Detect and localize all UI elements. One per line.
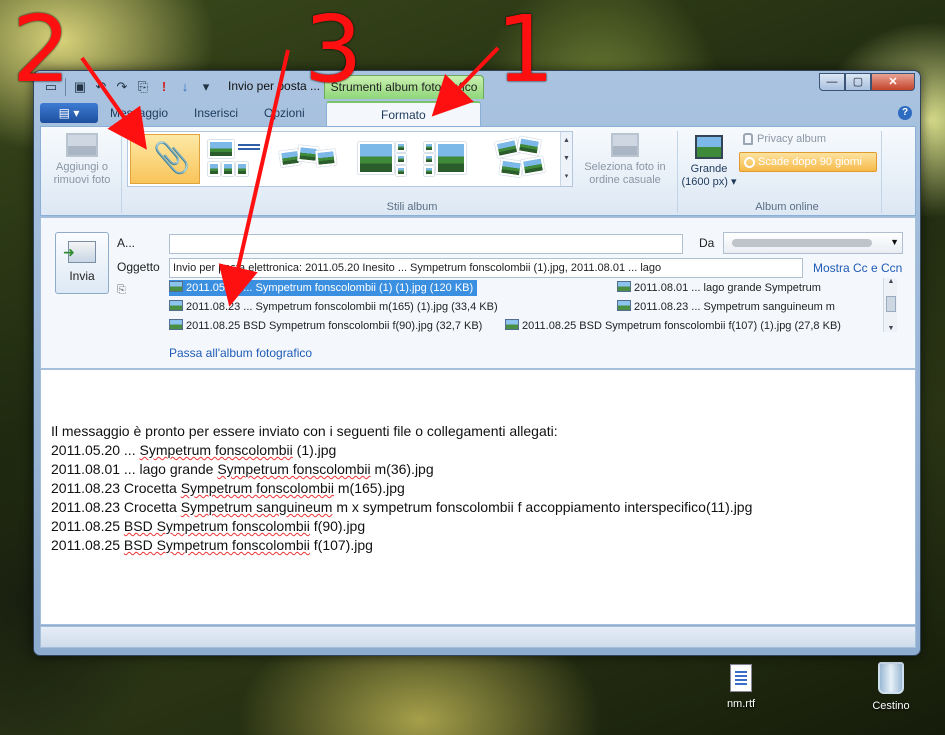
annotation-arrows xyxy=(80,46,500,307)
arrow-to-attachment xyxy=(218,49,290,307)
arrow-to-paperclip-style xyxy=(80,56,147,150)
arrow-to-formato-tab xyxy=(431,46,500,117)
